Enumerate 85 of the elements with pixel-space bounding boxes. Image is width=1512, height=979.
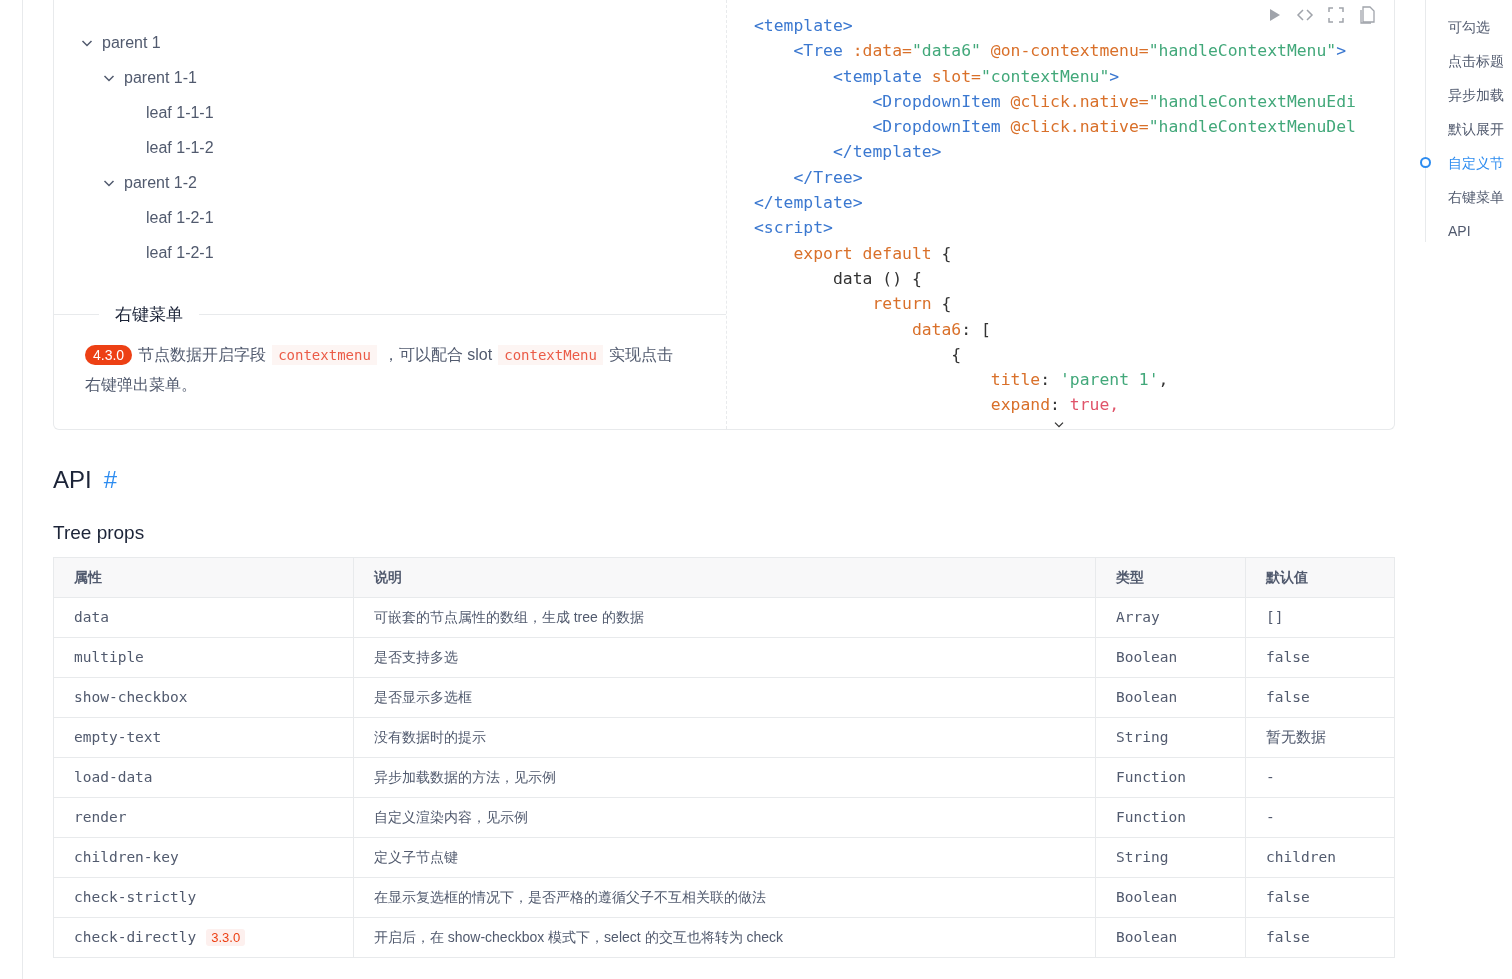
table-cell: empty-text xyxy=(74,728,162,745)
column-header: 默认值 xyxy=(1245,557,1395,598)
column-header: 说明 xyxy=(353,557,1096,598)
table-cell: data xyxy=(74,608,109,625)
table-cell: - xyxy=(1245,797,1395,838)
table-cell: 可嵌套的节点属性的数组，生成 tree 的数据 xyxy=(353,597,1096,638)
table-cell: false xyxy=(1245,917,1395,958)
toc-link[interactable]: API xyxy=(1448,220,1471,242)
table-cell: 异步加载数据的方法，见示例 xyxy=(353,757,1096,798)
table-cell: String xyxy=(1095,717,1246,758)
active-marker-icon xyxy=(1420,157,1431,168)
table-cell: check-strictly xyxy=(74,888,197,905)
code-line: export default { xyxy=(792,242,952,265)
table-cell: 暂无数据 xyxy=(1245,717,1395,758)
tree-node-title[interactable]: parent 1-1 xyxy=(124,65,197,90)
copy-icon xyxy=(1358,6,1376,24)
table-cell: Boolean xyxy=(1095,917,1246,958)
table-cell: check-directly xyxy=(74,928,197,945)
table-cell: Array xyxy=(1095,597,1246,638)
table-cell: show-checkbox xyxy=(74,688,188,705)
table-cell: 是否支持多选 xyxy=(353,637,1096,678)
code-line: <Tree :data="data6" @on-contextmenu="handleContextMenu"> xyxy=(792,40,1347,63)
table-cell: false xyxy=(1245,637,1395,678)
section-heading: API xyxy=(53,466,92,495)
table-cell: children-key xyxy=(74,848,179,865)
code-line: <DropdownItem @click.native="handleContextMenuEdi xyxy=(871,90,1356,113)
table-cell: String xyxy=(1095,837,1246,878)
table-cell: Boolean xyxy=(1095,877,1246,918)
code-line: title: 'parent 1', xyxy=(989,369,1169,392)
fullscreen-icon xyxy=(1327,6,1345,24)
section-title: 右键菜单 xyxy=(114,304,184,326)
version-badge: 4.3.0 xyxy=(85,344,133,365)
version-badge: 3.3.0 xyxy=(206,928,246,946)
description-text: 节点数据开启字段 xyxy=(138,345,267,363)
description-text: 实现点击 xyxy=(608,345,673,363)
table-cell: multiple xyxy=(74,648,144,665)
table-cell: render xyxy=(74,808,127,825)
code-line: <template slot="contextMenu"> xyxy=(831,65,1120,88)
description-text: ，可以配合 slot xyxy=(382,345,493,363)
code-line: { xyxy=(950,343,962,366)
toc-link[interactable]: 点击标题 xyxy=(1448,50,1504,72)
inline-code: contextMenu xyxy=(498,344,603,365)
code-line: data6: [ xyxy=(910,318,991,341)
table-cell: Function xyxy=(1095,797,1246,838)
code-line: <template> xyxy=(754,15,853,37)
toc-link[interactable]: 默认展开 xyxy=(1448,118,1504,140)
code-line: <DropdownItem @click.native="handleContextMenuDel xyxy=(871,116,1356,139)
code-line: expand: true, xyxy=(989,394,1120,417)
toc-link[interactable]: 可勾选 xyxy=(1448,16,1490,38)
toc-link[interactable]: 异步加载 xyxy=(1448,84,1504,106)
table-cell: Function xyxy=(1095,757,1246,798)
table-cell: 没有数据时的提示 xyxy=(353,717,1096,758)
column-header: 类型 xyxy=(1095,557,1246,598)
code-line: </template> xyxy=(754,192,863,215)
table-cell: [] xyxy=(1245,597,1395,638)
toc-link[interactable]: 右键菜单 xyxy=(1448,186,1504,208)
table-cell: - xyxy=(1245,757,1395,798)
table-cell: false xyxy=(1245,677,1395,718)
table-cell: 自定义渲染内容，见示例 xyxy=(353,797,1096,838)
table-cell: children xyxy=(1245,837,1395,878)
code-line: data () { xyxy=(831,267,922,290)
tree-node-title[interactable]: leaf 1-1-2 xyxy=(146,135,214,160)
table-cell: false xyxy=(1245,877,1395,918)
tree-node-title[interactable]: leaf 1-1-1 xyxy=(146,100,214,125)
tree-node-title[interactable]: leaf 1-2-1 xyxy=(146,240,214,265)
code-line: </Tree> xyxy=(792,166,863,189)
code-line: <script> xyxy=(754,217,833,240)
table-heading: Tree props xyxy=(53,520,146,545)
table-cell: 定义子节点键 xyxy=(353,837,1096,878)
tree-node-title[interactable]: parent 1 xyxy=(102,30,161,55)
table-cell: 是否显示多选框 xyxy=(353,677,1096,718)
code-line: </template> xyxy=(831,141,942,164)
toc-link[interactable]: 自定义节 xyxy=(1448,152,1504,174)
table-cell: Boolean xyxy=(1095,677,1246,718)
inline-code: contextmenu xyxy=(272,344,377,365)
tree-node-title[interactable]: leaf 1-2-1 xyxy=(146,205,214,230)
code-line: return { xyxy=(871,293,952,316)
tree-node-title[interactable]: parent 1-2 xyxy=(124,170,197,195)
table-cell: 在显示复选框的情况下，是否严格的遵循父子不互相关联的做法 xyxy=(353,877,1096,918)
column-header: 属性 xyxy=(53,557,354,598)
chevron-down-icon[interactable] xyxy=(1052,421,1066,429)
table-cell: load-data xyxy=(74,768,153,785)
table-cell: Boolean xyxy=(1095,637,1246,678)
description-text: 右键弹出菜单。 xyxy=(85,375,197,393)
table-cell: 开启后，在 show-checkbox 模式下，select 的交互也将转为 check xyxy=(353,917,1096,958)
